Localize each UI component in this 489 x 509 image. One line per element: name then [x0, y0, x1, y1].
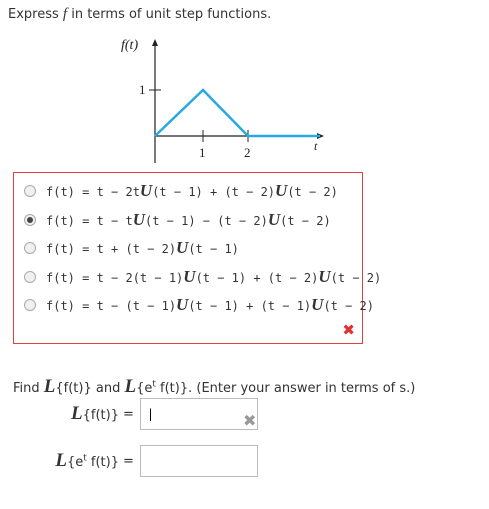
x-tick-label-2: 2: [244, 145, 251, 160]
choice-4-text: f(t) = t − 2(t − 1)U(t − 1) + (t − 2)U(t…: [46, 267, 382, 286]
answer-choices: f(t) = t − 2tU(t − 1) + (t − 2)U(t − 2) …: [13, 172, 381, 344]
function-graph: f(t) 1 1 2 t: [121, 38, 324, 163]
choice-1[interactable]: f(t) = t − 2tU(t − 1) + (t − 2)U(t − 2): [14, 179, 338, 203]
incorrect-icon: ✖: [342, 321, 355, 339]
radio-button-1[interactable]: [24, 185, 36, 197]
clear-icon[interactable]: ✖: [243, 411, 256, 430]
choice-3[interactable]: f(t) = t + (t − 2)U(t − 1): [14, 236, 239, 260]
choice-2[interactable]: f(t) = t − tU(t − 1) − (t − 2)U(t − 2): [14, 208, 331, 232]
choice-4[interactable]: f(t) = t − 2(t − 1)U(t − 1) + (t − 2)U(t…: [14, 265, 381, 289]
answer-row-2: L{et f(t)} =: [37, 445, 258, 477]
radio-button-3[interactable]: [24, 242, 36, 254]
x-axis-label: t: [314, 139, 318, 153]
choice-3-text: f(t) = t + (t − 2)U(t − 1): [46, 238, 239, 257]
x-tick-label-1: 1: [199, 145, 206, 160]
function-curve: [154, 88, 320, 138]
laplace-symbol: L: [43, 376, 56, 397]
radio-button-2-selected[interactable]: [24, 214, 36, 226]
radio-button-4[interactable]: [24, 271, 36, 283]
choice-1-text: f(t) = t − 2tU(t − 1) + (t − 2)U(t − 2): [46, 181, 338, 200]
radio-button-5[interactable]: [24, 299, 36, 311]
laplace-et-f-input[interactable]: [139, 445, 258, 477]
answer-2-label: L{et f(t)}: [55, 450, 119, 471]
choice-2-text: f(t) = t − tU(t − 1) − (t − 2)U(t − 2): [46, 210, 331, 229]
laplace-f-input[interactable]: [139, 398, 258, 430]
find-instruction: Find L{f(t)} and L{et f(t)}. (Enter your…: [13, 376, 416, 397]
y-axis-arrow: [152, 39, 158, 46]
choice-5[interactable]: f(t) = t − (t − 1)U(t − 1) + (t − 1)U(t …: [14, 293, 374, 317]
question-prompt: Express f in terms of unit step function…: [8, 6, 272, 22]
y-tick-label: 1: [139, 82, 146, 97]
choice-5-text: f(t) = t − (t − 1)U(t − 1) + (t − 1)U(t …: [46, 295, 375, 314]
answer-row-1: L{f(t)} =: [37, 398, 258, 430]
laplace-symbol: L: [124, 376, 137, 397]
answer-1-label: L{f(t)}: [71, 403, 119, 424]
y-axis-label: f(t): [121, 38, 138, 53]
